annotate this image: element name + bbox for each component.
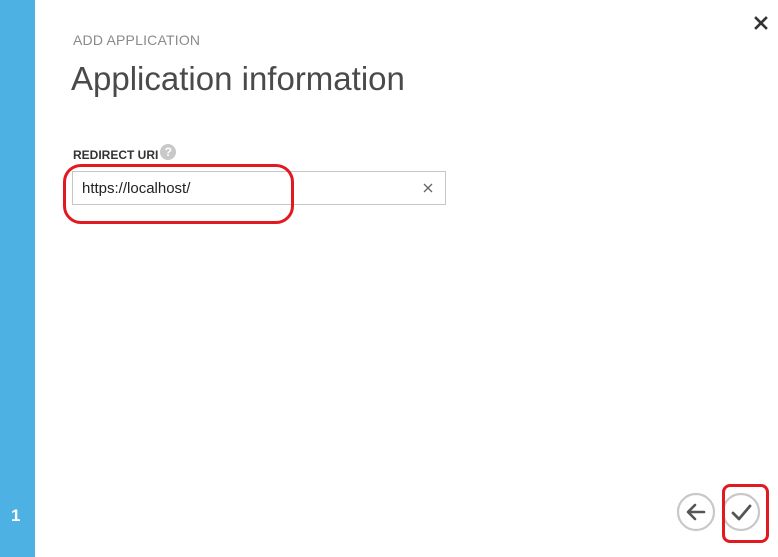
question-mark-icon[interactable]: ? (160, 144, 177, 160)
checkmark-icon (721, 492, 761, 532)
close-icon (754, 16, 768, 30)
close-button[interactable] (752, 14, 770, 32)
arrow-left-icon (676, 492, 716, 532)
clear-input-button[interactable] (421, 181, 435, 195)
redirect-uri-field (72, 171, 446, 205)
back-button[interactable] (676, 492, 716, 532)
page-title: Application information (71, 60, 405, 97)
redirect-uri-label-row: REDIRECT URI ? (73, 144, 177, 162)
complete-button[interactable] (721, 492, 761, 532)
wizard-eyebrow: ADD APPLICATION (73, 32, 201, 48)
wizard-step-sidebar: 1 (0, 0, 35, 557)
clear-x-icon (423, 183, 433, 193)
redirect-uri-label: REDIRECT URI (73, 148, 159, 162)
redirect-uri-input[interactable] (73, 172, 413, 204)
step-number: 1 (11, 506, 21, 525)
